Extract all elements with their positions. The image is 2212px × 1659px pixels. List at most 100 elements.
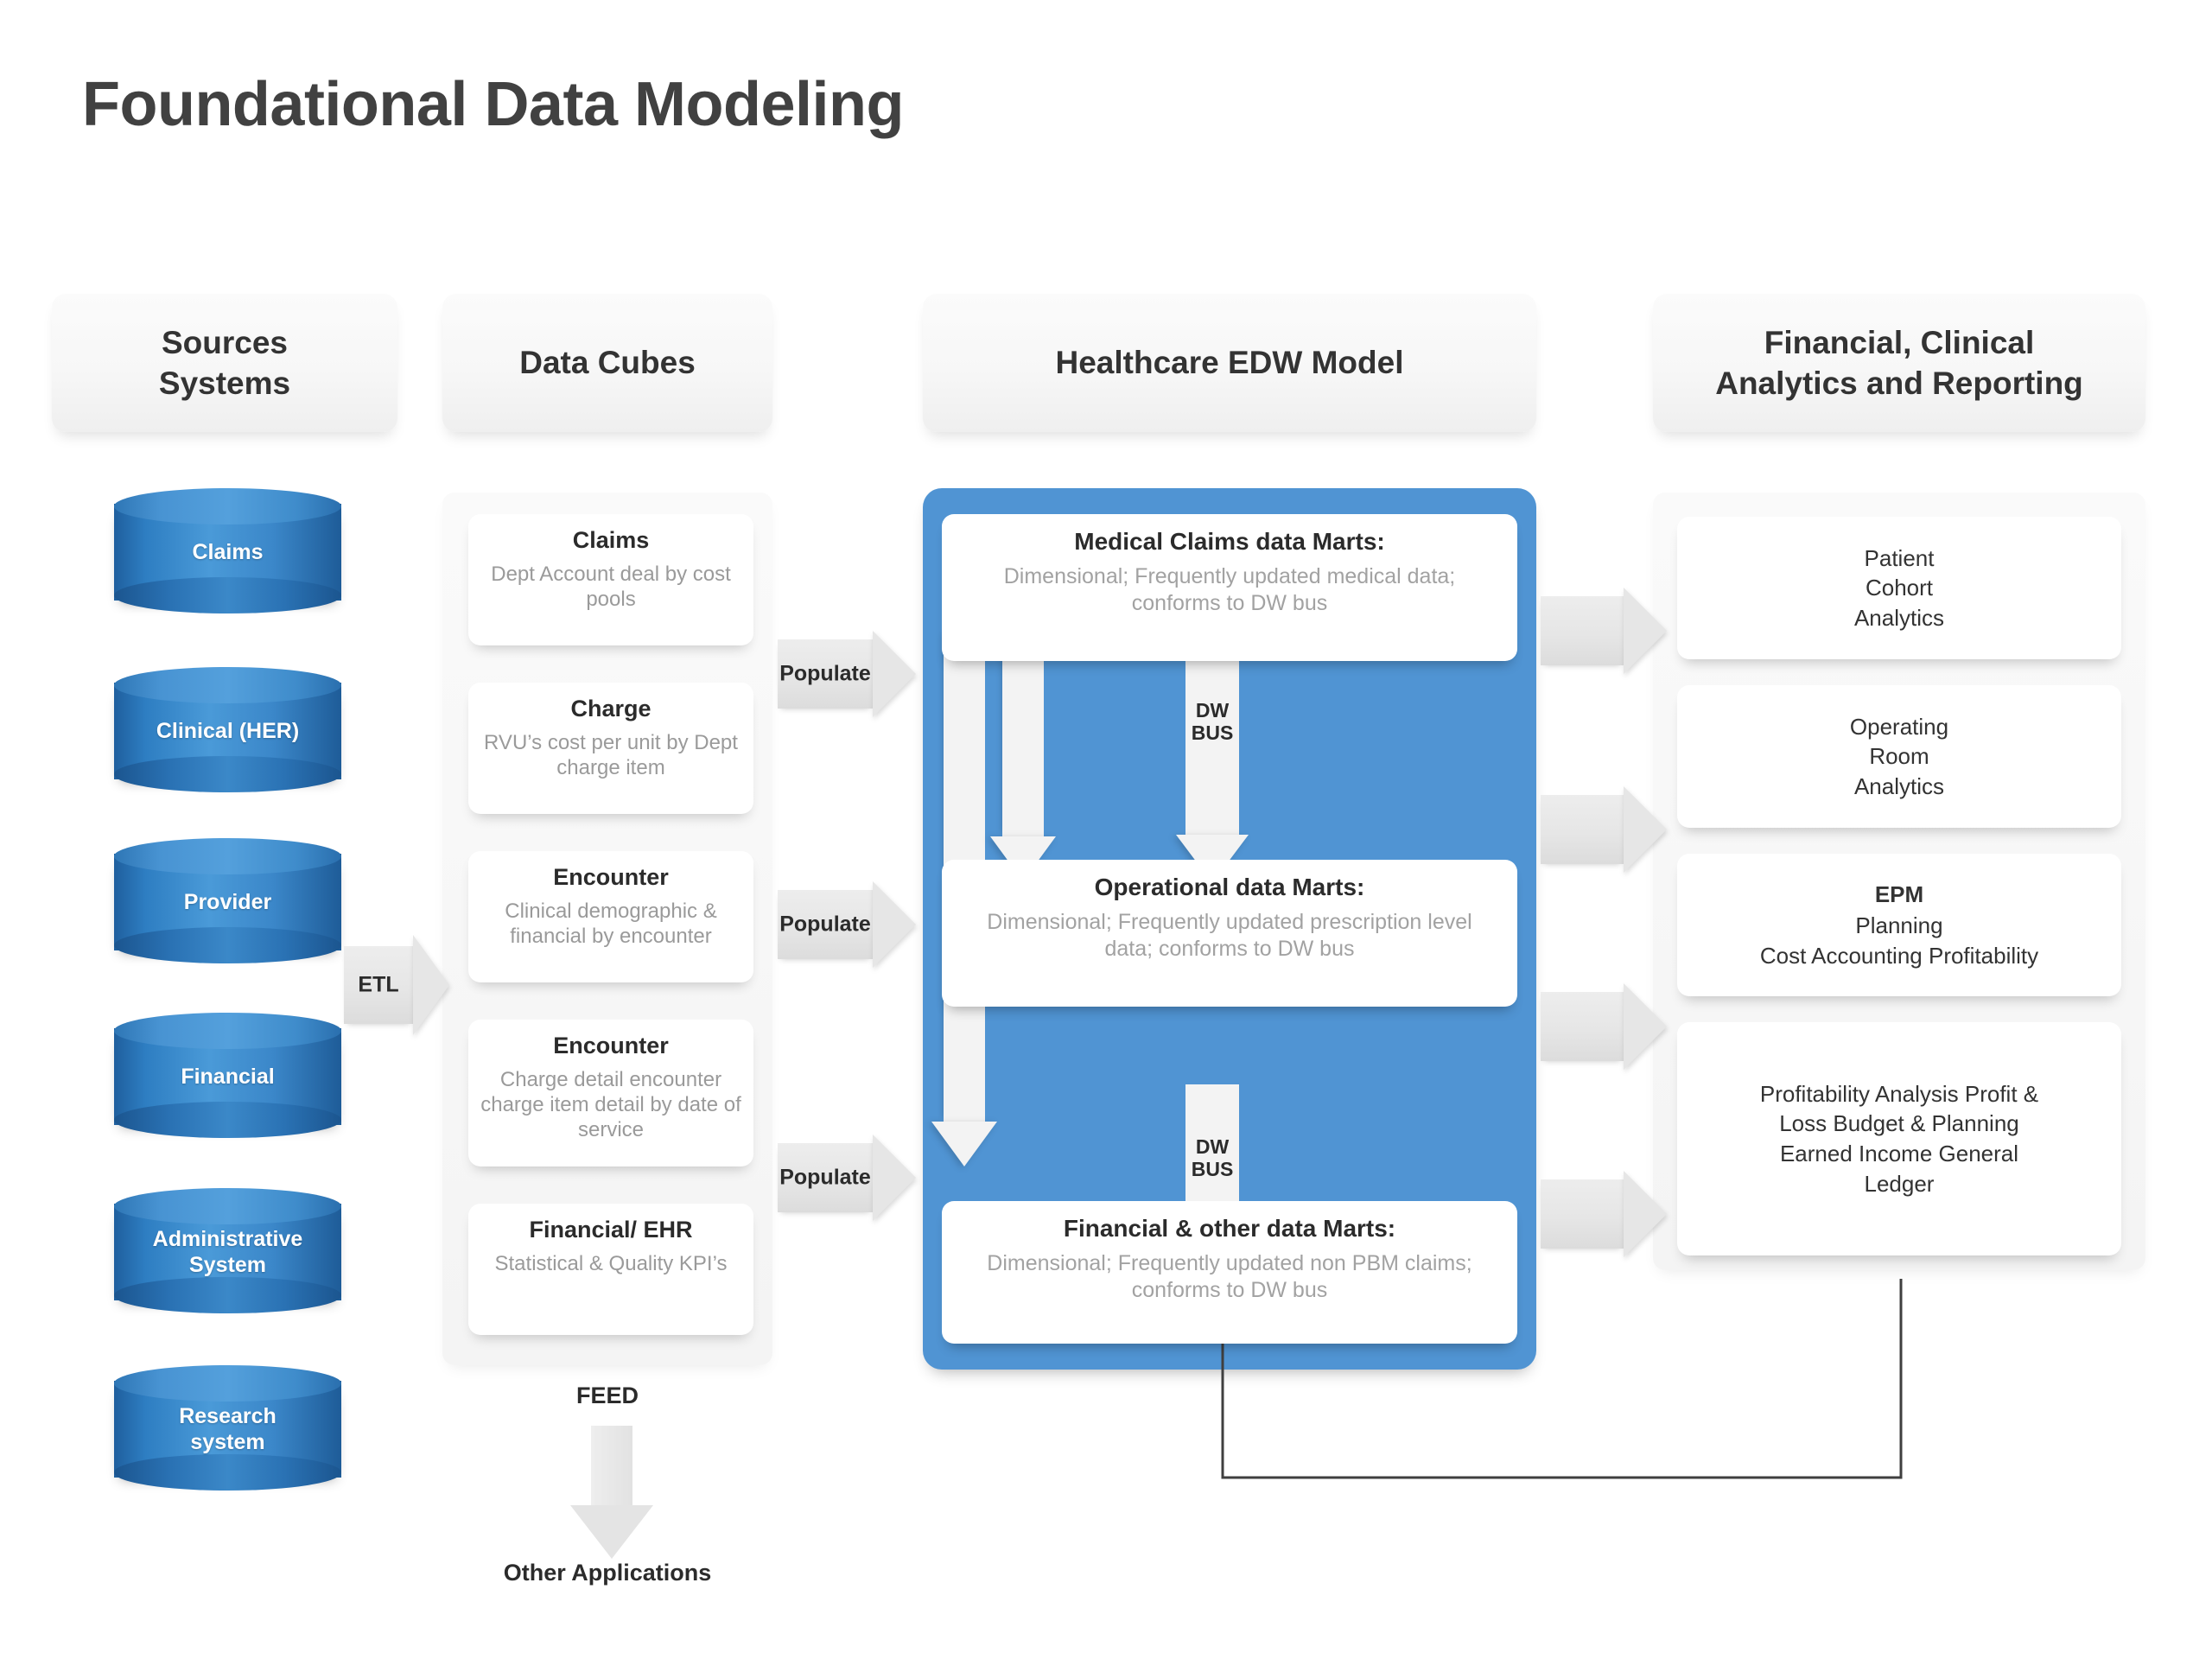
card-subtitle: Charge detail encounter charge item deta…	[480, 1067, 741, 1142]
edw-to-analytics-arrow-2	[1541, 786, 1667, 873]
cylinder-label: Claims	[192, 540, 264, 564]
data-cube-card-claims[interactable]: Claims Dept Account deal by cost pools	[468, 514, 753, 645]
column-header-sources-systems: Sources Systems	[52, 294, 397, 432]
card-line-4: Ledger	[1864, 1170, 1935, 1197]
edw-to-analytics-arrow-1	[1541, 588, 1667, 674]
arrow-shaft	[1541, 795, 1624, 864]
populate-label: Populate	[779, 912, 871, 937]
arrow-head-icon	[873, 1135, 916, 1221]
card-line-1: Patient	[1864, 544, 1935, 571]
etl-arrow: ETL	[344, 935, 449, 1035]
healthcare-edw-panel: DW BUS DW BUS Medical Claims data Marts:…	[923, 488, 1536, 1370]
card-line-3: Analytics	[1853, 772, 1945, 799]
card-subtitle: Dimensional; Frequently updated medical …	[1003, 564, 1456, 616]
analytics-card-operating-room[interactable]: Operating Room Analytics	[1677, 685, 2121, 828]
arrow-shaft	[591, 1426, 632, 1505]
source-cylinder-clinical-her[interactable]: Clinical (HER)	[114, 667, 341, 795]
analytics-card-patient-cohort[interactable]: Patient Cohort Analytics	[1677, 517, 2121, 659]
card-line-3: Analytics	[1853, 604, 1945, 631]
card-title: Medical Claims data Marts:	[1074, 528, 1385, 555]
edw-flow-arrow-short	[990, 631, 1056, 881]
card-title: Claims	[572, 527, 650, 553]
card-subtitle: Dimensional; Frequently updated prescrip…	[987, 910, 1472, 962]
card-subtitle: RVU’s cost per unit by Dept charge item	[484, 730, 738, 780]
data-mart-card-operational[interactable]: Operational data Marts: Dimensional; Fre…	[942, 860, 1517, 1007]
arrow-head-icon	[570, 1505, 653, 1559]
populate-arrow-1: Populate	[778, 631, 916, 717]
card-title: EPM	[1874, 880, 1924, 907]
card-title: Financial/ EHR	[529, 1217, 693, 1243]
card-line-2: Cost Accounting Profitability	[1759, 942, 2039, 969]
arrow-head-icon	[413, 935, 449, 1035]
analytics-card-epm[interactable]: EPM Planning Cost Accounting Profitabili…	[1677, 854, 2121, 996]
edw-to-analytics-arrow-3	[1541, 983, 1667, 1070]
data-mart-card-financial-other[interactable]: Financial & other data Marts: Dimensiona…	[942, 1201, 1517, 1344]
card-body: Patient Cohort Analytics	[1839, 543, 1960, 633]
source-cylinder-provider[interactable]: Provider	[114, 838, 341, 966]
column-header-data-cubes: Data Cubes	[442, 294, 772, 432]
card-title: Encounter	[553, 1033, 669, 1058]
source-cylinder-claims[interactable]: Claims	[114, 488, 341, 616]
cylinder-label: Administrative System	[114, 1204, 341, 1300]
data-cube-card-charge[interactable]: Charge RVU’s cost per unit by Dept charg…	[468, 683, 753, 814]
card-subtitle: Statistical & Quality KPI’s	[494, 1251, 728, 1275]
card-title: Operational data Marts:	[1094, 874, 1365, 900]
cylinder-label-line1: Administrative	[152, 1227, 303, 1251]
source-cylinder-administrative-system[interactable]: Administrative System	[114, 1188, 341, 1316]
cylinder-label: Financial	[181, 1065, 275, 1089]
dw-bus-label-line2: BUS	[1191, 1157, 1234, 1180]
column-header-sources-line2: Systems	[158, 365, 291, 401]
card-line-1: Profitability Analysis Profit &	[1759, 1080, 2039, 1107]
analytics-card-profitability[interactable]: Profitability Analysis Profit & Loss Bud…	[1677, 1022, 2121, 1255]
card-title: Encounter	[553, 864, 669, 890]
data-cube-card-encounter-clinical[interactable]: Encounter Clinical demographic & financi…	[468, 851, 753, 982]
source-cylinder-research-system[interactable]: Research system	[114, 1365, 341, 1493]
card-line-2: Cohort	[1865, 575, 1934, 601]
arrow-head-icon	[1624, 588, 1667, 674]
card-subtitle: Dimensional; Frequently updated non PBM …	[987, 1251, 1472, 1303]
arrow-head-icon	[873, 631, 916, 717]
card-title: Financial & other data Marts:	[1063, 1215, 1396, 1242]
arrow-shaft	[1541, 992, 1624, 1061]
data-cube-card-encounter-charge[interactable]: Encounter Charge detail encounter charge…	[468, 1020, 753, 1166]
card-body: Profitability Analysis Profit & Loss Bud…	[1745, 1079, 2054, 1198]
feed-arrow-icon	[570, 1426, 653, 1559]
page-title: Foundational Data Modeling	[82, 70, 904, 139]
cylinder-label-line2: System	[189, 1253, 266, 1277]
card-body: EPM Planning Cost Accounting Profitabili…	[1745, 880, 2054, 971]
cylinder-label-line1: Research	[179, 1404, 276, 1428]
column-header-sources-line1: Sources	[161, 324, 288, 360]
populate-arrow-2: Populate	[778, 881, 916, 968]
dw-bus-label: DW BUS	[1173, 699, 1251, 745]
source-cylinder-financial[interactable]: Financial	[114, 1013, 341, 1141]
card-line-1: Planning	[1855, 912, 1943, 939]
cylinder-label: Research system	[114, 1381, 341, 1478]
card-body: Operating Room Analytics	[1834, 712, 1964, 802]
populate-arrow-3: Populate	[778, 1135, 916, 1221]
column-header-analytics-line2: Analytics and Reporting	[1715, 365, 2083, 401]
column-header-healthcare-edw-model: Healthcare EDW Model	[923, 294, 1536, 432]
cylinder-label: Provider	[183, 890, 272, 914]
populate-label: Populate	[779, 661, 871, 686]
dw-bus-label-line2: BUS	[1191, 721, 1234, 744]
dw-bus-arrow-1: DW BUS	[1160, 648, 1264, 883]
dw-bus-label-line1: DW	[1195, 1135, 1230, 1158]
arrow-shaft	[1541, 1179, 1624, 1249]
card-line-1: Operating	[1849, 713, 1949, 740]
arrow-shaft	[1541, 596, 1624, 665]
etl-label: ETL	[358, 972, 399, 997]
arrow-head-icon	[1624, 983, 1667, 1070]
card-line-2: Room	[1869, 743, 1929, 770]
column-header-analytics-reporting: Financial, Clinical Analytics and Report…	[1653, 294, 2145, 432]
data-mart-card-medical-claims[interactable]: Medical Claims data Marts: Dimensional; …	[942, 514, 1517, 661]
arrow-head-icon	[1624, 1171, 1667, 1257]
feed-label: FEED	[575, 1382, 639, 1408]
data-cube-card-financial-ehr[interactable]: Financial/ EHR Statistical & Quality KPI…	[468, 1204, 753, 1335]
other-applications-label: Other Applications	[503, 1560, 712, 1586]
column-header-analytics-line1: Financial, Clinical	[1764, 324, 2035, 360]
card-line-3: Earned Income General	[1779, 1141, 2019, 1166]
cylinder-label: Clinical (HER)	[156, 719, 300, 743]
edw-to-analytics-arrow-4	[1541, 1171, 1667, 1257]
card-line-2: Loss Budget & Planning	[1779, 1110, 2019, 1137]
dw-bus-label: DW BUS	[1173, 1135, 1251, 1181]
